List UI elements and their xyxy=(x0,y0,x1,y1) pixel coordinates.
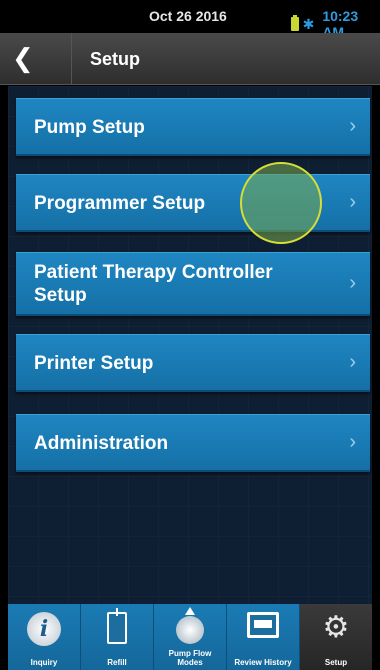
tab-label: Inquiry xyxy=(30,658,58,667)
tab-review-history[interactable]: Review History xyxy=(227,604,300,670)
chevron-right-icon: › xyxy=(349,115,356,137)
status-date: Oct 26 2016 xyxy=(149,8,227,24)
tab-pump-flow-modes[interactable]: Pump Flow Modes xyxy=(154,604,227,670)
administration-button[interactable]: Administration › xyxy=(16,414,370,472)
menu-item-label: Pump Setup xyxy=(34,117,145,138)
menu-item-label: Administration xyxy=(34,433,169,454)
menu-item-label: Printer Setup xyxy=(34,353,154,374)
menu-item-label: Programmer Setup xyxy=(34,193,206,214)
printer-setup-button[interactable]: Printer Setup › xyxy=(16,334,370,392)
review-history-icon xyxy=(247,612,279,638)
touch-indicator xyxy=(240,162,322,244)
back-chevron-icon: ❮ xyxy=(12,43,34,73)
pump-setup-button[interactable]: Pump Setup › xyxy=(16,98,370,156)
refill-icon xyxy=(107,608,127,644)
back-button[interactable]: ❮ xyxy=(0,33,72,85)
menu-item-label: Patient Therapy Controller Setup xyxy=(34,262,273,306)
tab-refill[interactable]: Refill xyxy=(81,604,154,670)
tab-label: Review History xyxy=(234,658,292,667)
tab-setup[interactable]: ⚙ Setup xyxy=(300,604,372,670)
header: ❮ Setup xyxy=(0,33,380,85)
tab-label: Refill xyxy=(107,658,127,667)
page-title: Setup xyxy=(90,49,141,69)
pump-flow-icon xyxy=(176,607,204,644)
bluetooth-icon: ✱ xyxy=(302,15,315,32)
bottom-tab-bar: i Inquiry Refill Pump Flow Modes Review … xyxy=(8,604,372,670)
status-bar: Oct 26 2016 ✱ 10:23 AM xyxy=(0,0,380,40)
tab-label: Setup xyxy=(324,658,348,667)
info-icon: i xyxy=(27,612,61,646)
chevron-right-icon: › xyxy=(349,351,356,373)
chevron-right-icon: › xyxy=(349,431,356,453)
tab-inquiry[interactable]: i Inquiry xyxy=(8,604,81,670)
gear-icon: ⚙ xyxy=(322,611,350,644)
chevron-right-icon: › xyxy=(349,272,356,294)
battery-icon xyxy=(291,15,299,31)
tab-label: Pump Flow Modes xyxy=(168,649,212,667)
patient-therapy-controller-setup-button[interactable]: Patient Therapy Controller Setup › xyxy=(16,252,370,316)
chevron-right-icon: › xyxy=(349,191,356,213)
